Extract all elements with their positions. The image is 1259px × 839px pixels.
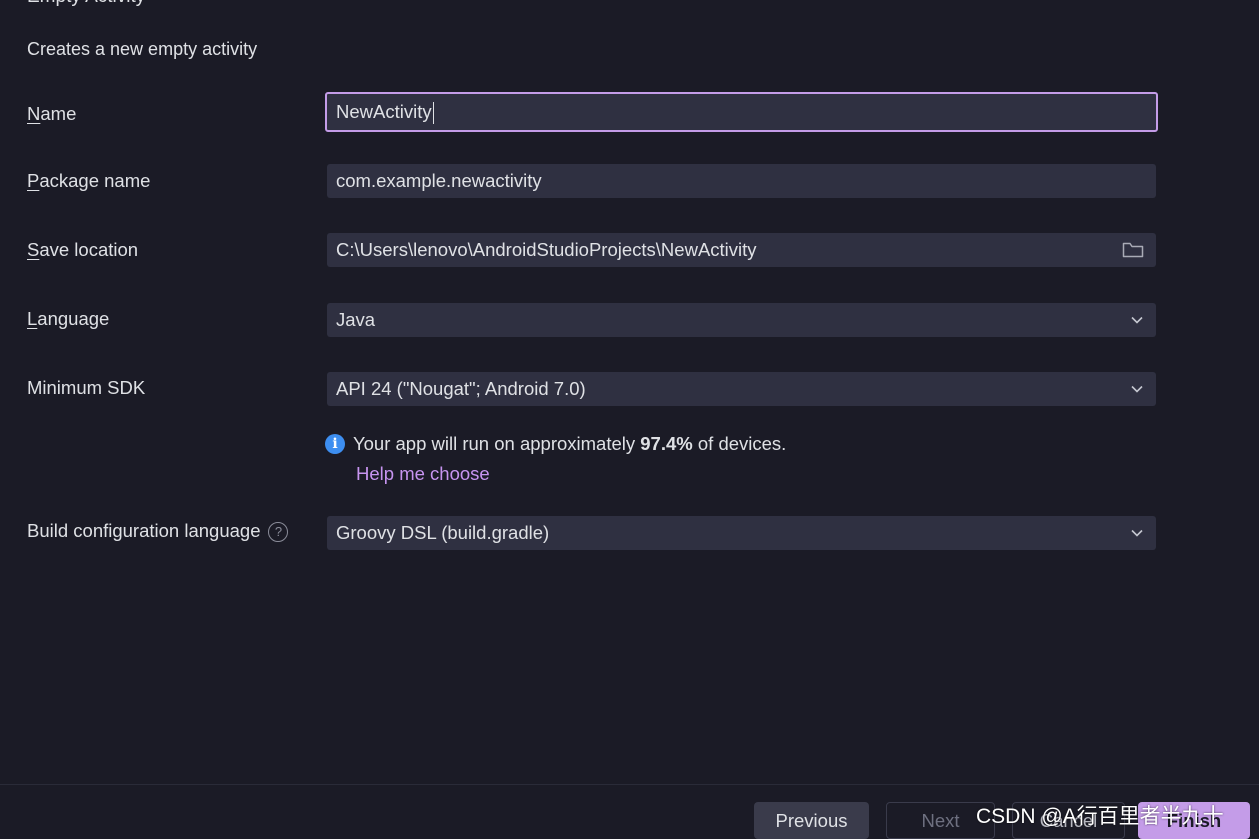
chevron-down-icon <box>1131 529 1143 537</box>
package-label-rest: ackage name <box>39 170 151 191</box>
sdk-info-text-before: Your app will run on approximately <box>353 433 636 454</box>
minimum-sdk-value: API 24 ("Nougat"; Android 7.0) <box>336 378 586 399</box>
language-label-mnemonic: L <box>27 308 38 329</box>
package-name-input[interactable]: com.example.newactivity <box>327 164 1156 198</box>
save-location-input[interactable]: C:\Users\lenovo\AndroidStudioProjects\Ne… <box>327 233 1156 267</box>
sdk-info-text-after: of devices. <box>697 433 787 454</box>
chevron-down-icon <box>1131 316 1143 324</box>
minimum-sdk-select[interactable]: API 24 ("Nougat"; Android 7.0) <box>327 372 1156 406</box>
build-config-select[interactable]: Groovy DSL (build.gradle) <box>327 516 1156 550</box>
package-name-value: com.example.newactivity <box>336 170 542 191</box>
previous-button[interactable]: Previous <box>754 802 869 839</box>
chevron-down-icon <box>1131 385 1143 393</box>
package-label-mnemonic: P <box>27 170 40 191</box>
sdk-coverage-percent: 97.4% <box>640 433 693 454</box>
help-me-choose-link[interactable]: Help me choose <box>356 463 490 485</box>
folder-icon[interactable] <box>1122 241 1144 259</box>
save-location-label-rest: ave location <box>39 239 139 260</box>
name-label-rest: ame <box>40 103 77 124</box>
question-icon[interactable]: ? <box>268 522 289 543</box>
text-caret <box>432 102 434 125</box>
save-location-label-mnemonic: S <box>27 239 40 260</box>
page-subtitle: Creates a new empty activity <box>27 39 258 59</box>
save-location-label: Save location <box>27 239 138 261</box>
next-button[interactable]: Next <box>886 802 995 839</box>
language-label-rest: anguage <box>37 308 110 329</box>
package-name-label: Package name <box>27 170 150 192</box>
build-config-label: Build configuration language? <box>27 520 289 543</box>
minimum-sdk-label: Minimum SDK <box>27 377 146 398</box>
sdk-coverage-info: i Your app will run on approximately 97.… <box>325 433 786 455</box>
name-input-value: NewActivity <box>336 101 432 122</box>
save-location-value: C:\Users\lenovo\AndroidStudioProjects\Ne… <box>336 239 757 260</box>
cancel-button[interactable]: Cancel <box>1012 802 1125 839</box>
language-select[interactable]: Java <box>327 303 1156 337</box>
name-input[interactable]: NewActivity <box>325 92 1158 132</box>
build-config-value: Groovy DSL (build.gradle) <box>336 522 550 543</box>
footer-divider <box>0 784 1259 785</box>
finish-button[interactable]: Finish <box>1138 802 1250 839</box>
page-title: Empty Activity <box>27 0 145 8</box>
name-label: Name <box>27 103 76 125</box>
language-label: Language <box>27 308 109 330</box>
build-config-label-text: Build configuration language <box>27 520 261 541</box>
language-value: Java <box>336 309 376 330</box>
info-icon: i <box>325 434 345 454</box>
name-label-mnemonic: N <box>27 103 41 124</box>
